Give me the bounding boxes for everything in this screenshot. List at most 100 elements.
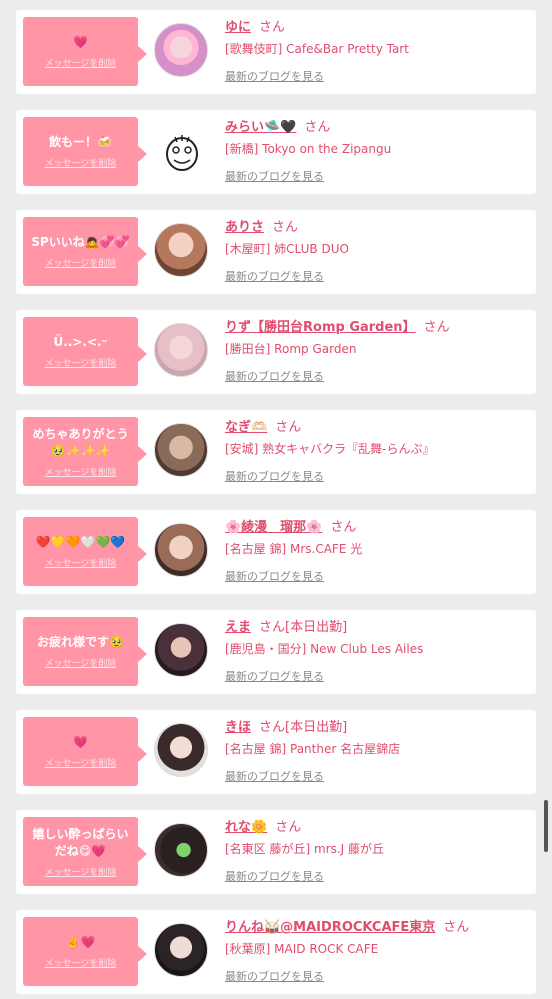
message-text: 💗 [73, 35, 88, 49]
honorific: さん [275, 420, 302, 435]
avatar[interactable] [154, 23, 208, 77]
honorific: さん [423, 320, 450, 335]
scrollbar[interactable] [544, 800, 548, 852]
shop-label: [木屋町] 姉CLUB DUO [225, 242, 349, 256]
latest-blog-link[interactable]: 最新のブログを見る [225, 68, 324, 84]
avatar[interactable] [154, 323, 208, 377]
shop-label: [名東区 藤が丘] mrs.J 藤が丘 [225, 842, 385, 856]
shop-label: [名古屋 錦] Panther 名古屋錦店 [225, 742, 401, 756]
name-row: えま さん[本日出勤] [225, 616, 347, 635]
name-row: みらい🛸🖤 さん [225, 116, 330, 135]
message-text: お疲れ様です🥹 [37, 635, 124, 649]
name-row: りんね🥁@MAIDROCKCAFE東京 さん [225, 916, 469, 935]
name-row: りず【勝田台Romp Garden】 さん [225, 316, 450, 335]
message-card: SPいいね🙇💞💞 メッセージを削除 ありさ さん [木屋町] 姉CLUB DUO … [16, 210, 536, 294]
message-bubble: 💗 メッセージを削除 [23, 17, 147, 86]
message-text: ✌️💗 [65, 935, 96, 949]
shop-label: [歌舞伎町] Cafe&Bar Pretty Tart [225, 42, 409, 56]
message-bubble: 💗 メッセージを削除 [23, 717, 147, 786]
shop-label: [名古屋 錦] Mrs.CAFE 光 [225, 542, 363, 556]
name-row: れな🌼 さん [225, 816, 301, 835]
message-bubble: Ü..>.<.ᵕ メッセージを削除 [23, 317, 147, 386]
cast-name-link[interactable]: ゆに [225, 20, 251, 35]
latest-blog-link[interactable]: 最新のブログを見る [225, 868, 324, 884]
delete-message-link[interactable]: メッセージを削除 [45, 865, 117, 878]
delete-message-link[interactable]: メッセージを削除 [45, 256, 117, 269]
latest-blog-link[interactable]: 最新のブログを見る [225, 568, 324, 584]
honorific: さん [259, 720, 286, 735]
latest-blog-link[interactable]: 最新のブログを見る [225, 468, 324, 484]
shop-label: [安城] 熟女キャバクラ『乱舞-らんぶ』 [225, 442, 435, 456]
latest-blog-link[interactable]: 最新のブログを見る [225, 368, 324, 384]
avatar[interactable] [154, 123, 208, 177]
name-row: 🌸綾漫 瑠那🌸 さん [225, 516, 356, 535]
honorific: さん [272, 220, 299, 235]
cast-name-link[interactable]: みらい🛸🖤 [225, 120, 296, 135]
message-bubble: お疲れ様です🥹 メッセージを削除 [23, 617, 147, 686]
cast-name-link[interactable]: えま [225, 620, 251, 635]
honorific: さん [275, 820, 302, 835]
delete-message-link[interactable]: メッセージを削除 [45, 556, 117, 569]
message-bubble: 飲もー！🍻 メッセージを削除 [23, 117, 147, 186]
cast-name-link[interactable]: ありさ [225, 220, 264, 235]
name-row: ありさ さん [225, 216, 298, 235]
avatar[interactable] [154, 923, 208, 977]
delete-message-link[interactable]: メッセージを削除 [45, 356, 117, 369]
delete-message-link[interactable]: メッセージを削除 [45, 156, 117, 169]
delete-message-link[interactable]: メッセージを削除 [45, 756, 117, 769]
name-row: なぎ🫶🏻 さん [225, 416, 301, 435]
message-bubble: 嬉しい酔っぱらいだね😋💗 メッセージを削除 [23, 817, 147, 886]
delete-message-link[interactable]: メッセージを削除 [45, 956, 117, 969]
message-text: 飲もー！🍻 [49, 135, 112, 149]
message-bubble: SPいいね🙇💞💞 メッセージを削除 [23, 217, 147, 286]
latest-blog-link[interactable]: 最新のブログを見る [225, 968, 324, 984]
avatar[interactable] [154, 523, 208, 577]
message-text: 💗 [73, 735, 88, 749]
shop-label: [勝田台] Romp Garden [225, 342, 357, 356]
cast-name-link[interactable]: きほ [225, 720, 251, 735]
status-badge: [本日出勤] [285, 620, 348, 635]
latest-blog-link[interactable]: 最新のブログを見る [225, 768, 324, 784]
face-doodle-icon [166, 135, 198, 171]
shop-label: [秋葉原] MAID ROCK CAFE [225, 942, 379, 956]
avatar[interactable] [154, 723, 208, 777]
message-card: 💗 メッセージを削除 ゆに さん [歌舞伎町] Cafe&Bar Pretty T… [16, 10, 536, 94]
message-bubble: ✌️💗 メッセージを削除 [23, 917, 147, 986]
honorific: さん [330, 520, 357, 535]
delete-message-link[interactable]: メッセージを削除 [45, 656, 117, 669]
honorific: さん [259, 620, 286, 635]
cast-name-link[interactable]: りんね🥁@MAIDROCKCAFE東京 [225, 920, 435, 935]
cast-name-link[interactable]: りず【勝田台Romp Garden】 [225, 320, 416, 335]
name-row: きほ さん[本日出勤] [225, 716, 347, 735]
message-text: ❤️💛🧡🤍💚💙 [35, 535, 126, 549]
cast-name-link[interactable]: れな🌼 [225, 820, 267, 835]
status-badge: [本日出勤] [285, 720, 348, 735]
message-text: SPいいね🙇💞💞 [31, 235, 130, 249]
cast-name-link[interactable]: 🌸綾漫 瑠那🌸 [225, 520, 322, 535]
avatar[interactable] [154, 823, 208, 877]
name-row: ゆに さん [225, 16, 285, 35]
delete-message-link[interactable]: メッセージを削除 [45, 465, 117, 478]
message-text: 嬉しい酔っぱらいだね😋💗 [32, 826, 129, 858]
shop-label: [鹿児島・国分] New Club Les Ailes [225, 642, 424, 656]
shop-label: [新橋] Tokyo on the Zipangu [225, 142, 392, 156]
message-card: ❤️💛🧡🤍💚💙 メッセージを削除 🌸綾漫 瑠那🌸 さん [名古屋 錦] Mrs.C… [16, 510, 536, 594]
message-card: めちゃありがとう🥹✨✨✨ メッセージを削除 なぎ🫶🏻 さん [安城] 熟女キャバク… [16, 410, 536, 494]
cast-name-link[interactable]: なぎ🫶🏻 [225, 420, 267, 435]
latest-blog-link[interactable]: 最新のブログを見る [225, 668, 324, 684]
avatar[interactable] [154, 223, 208, 277]
honorific: さん [443, 920, 470, 935]
message-card: 💗 メッセージを削除 きほ さん[本日出勤] [名古屋 錦] Panther 名古… [16, 710, 536, 794]
message-card: Ü..>.<.ᵕ メッセージを削除 りず【勝田台Romp Garden】 さん [… [16, 310, 536, 394]
latest-blog-link[interactable]: 最新のブログを見る [225, 268, 324, 284]
delete-message-link[interactable]: メッセージを削除 [45, 56, 117, 69]
avatar[interactable] [154, 423, 208, 477]
avatar[interactable] [154, 623, 208, 677]
message-card: お疲れ様です🥹 メッセージを削除 えま さん[本日出勤] [鹿児島・国分] New… [16, 610, 536, 694]
message-card: 飲もー！🍻 メッセージを削除 みらい🛸🖤 さん [新橋] Tokyo on the… [16, 110, 536, 194]
latest-blog-link[interactable]: 最新のブログを見る [225, 168, 324, 184]
message-text: Ü..>.<.ᵕ [53, 335, 108, 349]
honorific: さん [304, 120, 331, 135]
message-bubble: めちゃありがとう🥹✨✨✨ メッセージを削除 [23, 417, 147, 486]
message-card: 嬉しい酔っぱらいだね😋💗 メッセージを削除 れな🌼 さん [名東区 藤が丘] mr… [16, 810, 536, 894]
